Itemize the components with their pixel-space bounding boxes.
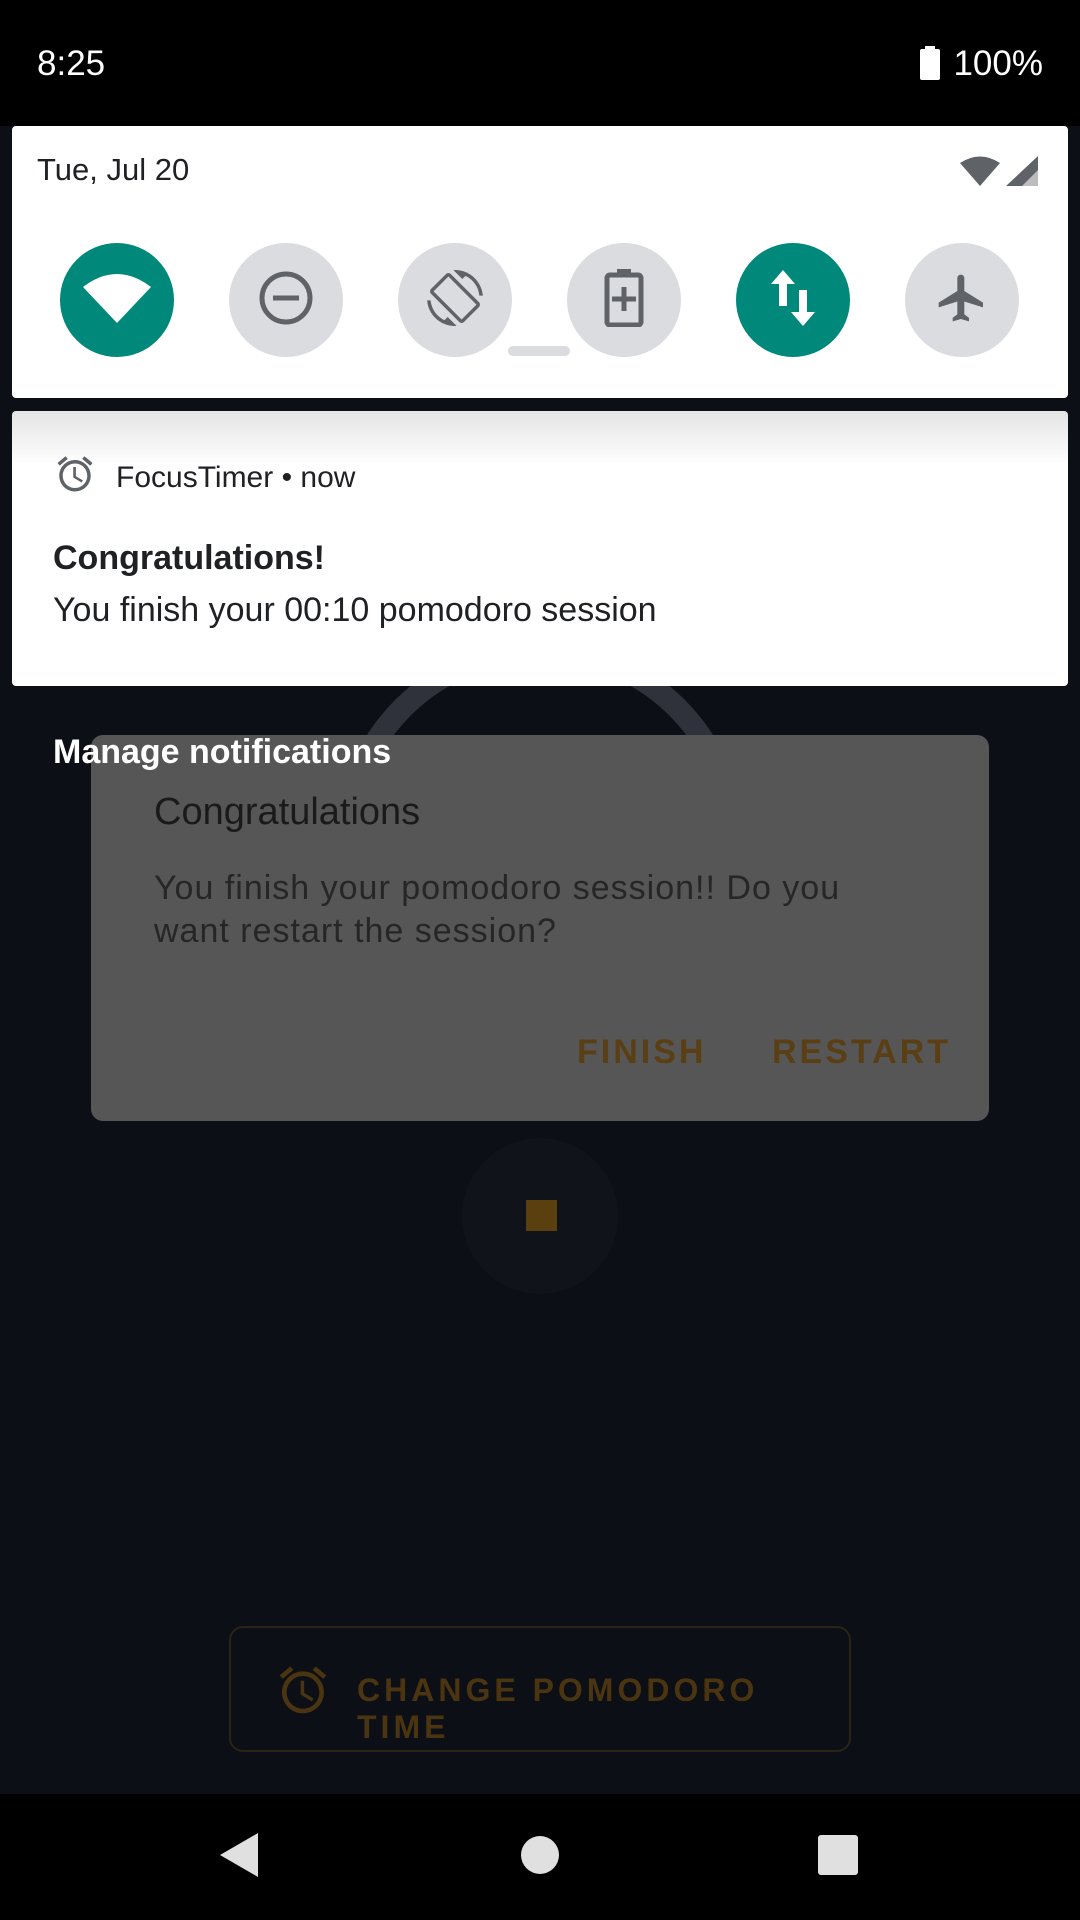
data-arrows-icon [769, 269, 817, 331]
change-pomodoro-time-button[interactable]: CHANGE POMODORO TIME [229, 1626, 851, 1752]
notification-app-line: FocusTimer • now [116, 461, 356, 494]
home-button[interactable] [460, 1794, 620, 1920]
auto-rotate-tile[interactable] [398, 243, 512, 357]
dialog-title: Congratulations [154, 791, 421, 833]
notification-title: Congratulations! [53, 539, 325, 577]
minus-circle-icon [258, 270, 314, 331]
wifi-tile[interactable] [60, 243, 174, 357]
status-bar: 8:25 100% [0, 0, 1080, 126]
quick-settings-panel: Tue, Jul 20 [12, 126, 1068, 398]
battery-icon [920, 46, 940, 85]
recents-button[interactable] [758, 1794, 918, 1920]
notification-text: You finish your 00:10 pomodoro session [53, 591, 657, 629]
do-not-disturb-tile[interactable] [229, 243, 343, 357]
focustimer-notification[interactable]: FocusTimer • now Congratulations! You fi… [12, 411, 1068, 686]
battery-percent: 100% [953, 44, 1043, 83]
qs-date: Tue, Jul 20 [37, 152, 190, 187]
signal-indicators [960, 154, 1040, 193]
back-button[interactable] [160, 1794, 320, 1920]
stop-icon [526, 1200, 557, 1231]
change-pomodoro-time-label: CHANGE POMODORO TIME [357, 1672, 759, 1745]
wifi-icon [83, 273, 151, 328]
recents-icon [818, 1834, 858, 1880]
dialog-message: You finish your pomodoro session!! Do yo… [154, 869, 841, 950]
congratulations-dialog: Congratulations You finish your pomodoro… [91, 735, 989, 1121]
finish-button[interactable]: FINISH [577, 1033, 706, 1072]
airplane-mode-tile[interactable] [905, 243, 1019, 357]
stop-button[interactable] [462, 1138, 618, 1294]
manage-notifications-link[interactable]: Manage notifications [53, 733, 391, 772]
restart-button[interactable]: RESTART [772, 1033, 951, 1072]
airplane-icon [934, 270, 990, 331]
rotate-icon [427, 269, 483, 331]
battery-plus-icon [604, 268, 644, 332]
battery-saver-tile[interactable] [567, 243, 681, 357]
navigation-bar [0, 1794, 1080, 1920]
panel-drag-handle[interactable] [508, 346, 570, 356]
home-icon [520, 1835, 560, 1880]
wifi-signal-icon [960, 156, 1000, 186]
mobile-data-tile[interactable] [736, 243, 850, 357]
alarm-clock-icon [54, 453, 96, 500]
alarm-clock-icon [275, 1662, 331, 1723]
back-icon [218, 1831, 262, 1884]
status-time: 8:25 [37, 44, 106, 83]
